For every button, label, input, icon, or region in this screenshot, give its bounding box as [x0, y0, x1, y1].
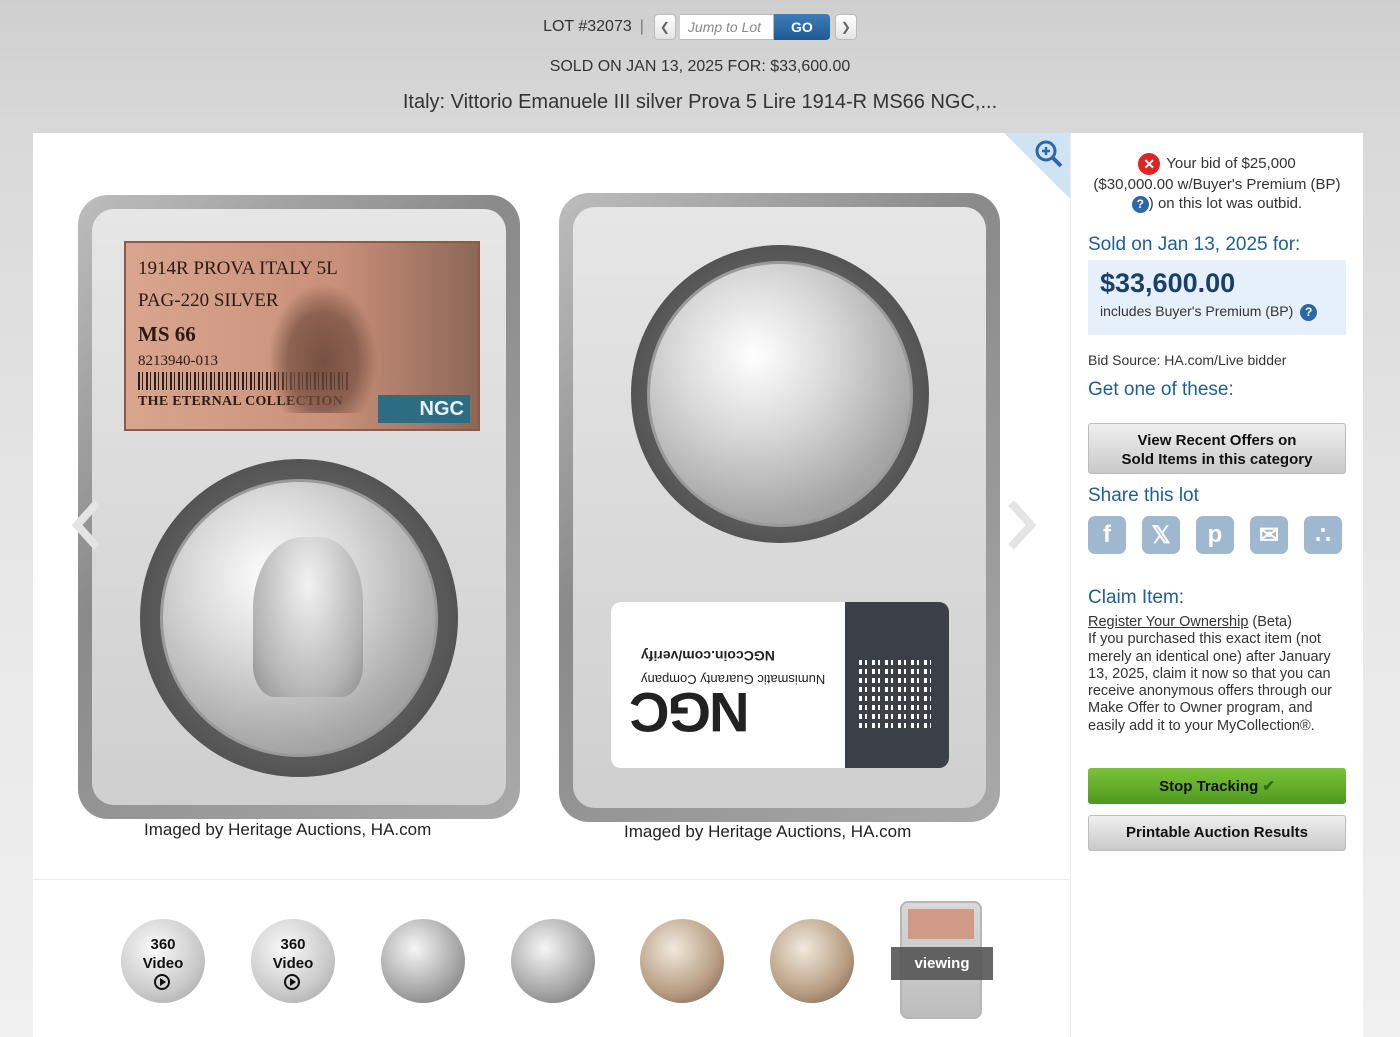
claim-body: If you purchased this exact item (not me…: [1088, 631, 1332, 734]
bp-note: includes Buyer's Premium (BP) ?: [1100, 303, 1334, 321]
qr-panel: [845, 602, 949, 768]
qr-code: [859, 660, 931, 732]
register-ownership-link[interactable]: Register Your Ownership: [1088, 614, 1248, 630]
image-caption: Imaged by Heritage Auctions, HA.com: [624, 822, 912, 841]
ngc-verify-text: NGCcoin.com/verify: [641, 648, 775, 664]
lot-navigation: LOT #32073 | ❮ GO ❯: [0, 14, 1400, 40]
lot-title: Italy: Vittorio Emanuele III silver Prov…: [402, 91, 998, 113]
lot-sidebar: ✕ Your bid of $25,000 ($30,000.00 w/Buyer…: [1088, 133, 1346, 1037]
image-caption: Imaged by Heritage Auctions, HA.com: [144, 820, 432, 839]
x-icon[interactable]: 𝕏: [1142, 516, 1180, 554]
label-figures-art: [268, 283, 378, 413]
ngc-logo: NGC: [631, 681, 750, 744]
prev-lot-button[interactable]: ❮: [653, 14, 676, 40]
checkmark-icon: ✔: [1262, 778, 1275, 795]
ngc-back-label: NGCcoin.com/verify Numismatic Guaranty C…: [611, 602, 949, 768]
play-icon: [284, 974, 300, 990]
email-icon[interactable]: ✉: [1250, 516, 1288, 554]
jump-to-lot-input[interactable]: [679, 14, 774, 40]
thumbnail-reverse-toned[interactable]: [770, 919, 854, 1003]
chevron-left-icon: ❮: [659, 20, 670, 34]
thumbnail-obverse-toned[interactable]: [640, 919, 724, 1003]
price-box: $33,600.00 includes Buyer's Premium (BP)…: [1088, 260, 1346, 335]
claim-description: Register Your Ownership (Beta) If you pu…: [1088, 614, 1346, 735]
help-icon[interactable]: ?: [1300, 303, 1318, 321]
stop-tracking-button[interactable]: Stop Tracking ✔: [1088, 768, 1346, 804]
sold-summary: SOLD ON JAN 13, 2025 FOR: $33,600.00: [549, 58, 851, 75]
help-icon[interactable]: ?: [1131, 195, 1149, 213]
outbid-notice: ✕ Your bid of $25,000 ($30,000.00 w/Buyer…: [1088, 153, 1346, 213]
reverse-slab-image[interactable]: NGCcoin.com/verify Numismatic Guaranty C…: [559, 193, 1000, 822]
printable-results-button[interactable]: Printable Auction Results: [1088, 815, 1346, 851]
lot-panel: 1914R PROVA ITALY 5L PAG-220 SILVER MS 6…: [33, 133, 1363, 1037]
sold-price: $33,600.00: [1100, 268, 1236, 298]
outbid-line-1: Your bid of $25,000: [1166, 154, 1296, 172]
get-one-heading: Get one of these:: [1088, 379, 1234, 400]
slab-label: 1914R PROVA ITALY 5L PAG-220 SILVER MS 6…: [124, 241, 480, 431]
thumbnail-360-video[interactable]: 360 Video: [121, 919, 205, 1003]
king-portrait: [253, 537, 363, 697]
thumbnail-label: 360 Video: [142, 936, 184, 972]
share-icon[interactable]: ∴: [1304, 516, 1342, 554]
next-image-arrow-icon[interactable]: [1001, 495, 1041, 555]
outbid-line-3: ) on this lot was outbid.: [1148, 195, 1303, 212]
play-icon: [154, 974, 170, 990]
label-line-1: 1914R PROVA ITALY 5L: [138, 258, 338, 279]
go-button[interactable]: GO: [773, 14, 830, 40]
facebook-icon[interactable]: f: [1088, 516, 1126, 554]
divider: [33, 879, 1071, 880]
prev-image-arrow-icon[interactable]: [67, 495, 107, 555]
sold-heading: Sold on Jan 13, 2025 for:: [1088, 234, 1301, 255]
chevron-right-icon: ❯: [840, 20, 851, 34]
next-lot-button[interactable]: ❯: [834, 14, 857, 40]
error-x-icon: ✕: [1138, 153, 1161, 175]
thumbnail-label: 360 Video: [272, 936, 314, 972]
image-gallery: 1914R PROVA ITALY 5L PAG-220 SILVER MS 6…: [33, 133, 1071, 1037]
ngc-badge: NGC: [378, 395, 470, 423]
outbid-line-2: ($30,000.00 w/Buyer's Premium (BP): [1093, 176, 1341, 193]
thumbnail-reverse[interactable]: [511, 919, 595, 1003]
lot-number: LOT #32073: [543, 18, 632, 35]
share-buttons: f 𝕏 p ✉ ∴: [1088, 516, 1342, 554]
obverse-coin: [160, 479, 438, 757]
bid-source: Bid Source: HA.com/Live bidder: [1088, 352, 1287, 368]
reverse-coin: [647, 261, 913, 527]
thumbnail-360-video[interactable]: 360 Video: [251, 919, 335, 1003]
separator: |: [639, 18, 644, 35]
mini-slab-label: [908, 909, 974, 939]
view-recent-offers-button[interactable]: View Recent Offers on Sold Items in this …: [1088, 423, 1346, 474]
pinterest-icon[interactable]: p: [1196, 516, 1234, 554]
slab-holder: 1914R PROVA ITALY 5L PAG-220 SILVER MS 6…: [92, 209, 506, 805]
obverse-slab-image[interactable]: 1914R PROVA ITALY 5L PAG-220 SILVER MS 6…: [78, 195, 520, 819]
zoom-in-icon: [1035, 140, 1063, 168]
share-heading: Share this lot: [1088, 485, 1199, 506]
thumbnail-obverse[interactable]: [381, 919, 465, 1003]
zoom-button[interactable]: [1004, 133, 1070, 199]
beta-label: (Beta): [1248, 614, 1292, 630]
viewing-indicator: viewing: [891, 947, 993, 980]
slab-holder: NGCcoin.com/verify Numismatic Guaranty C…: [573, 207, 986, 808]
claim-heading: Claim Item:: [1088, 587, 1185, 608]
